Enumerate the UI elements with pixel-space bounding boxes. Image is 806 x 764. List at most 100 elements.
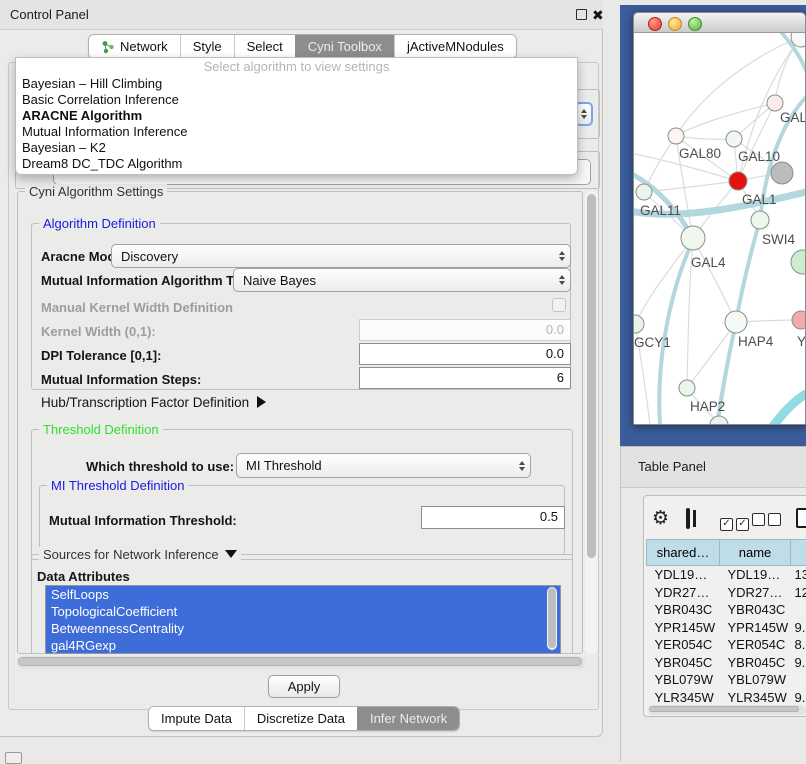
table-cell: 9. [791,654,806,672]
mi-threshold-field[interactable]: 0.5 [421,506,565,529]
table-row[interactable]: YBR043CYBR043C [647,601,806,619]
network-node-label: GAL10 [738,149,780,164]
zoom-traffic-light-icon[interactable] [688,17,702,31]
network-node-gal4[interactable] [681,226,705,250]
settings-hscrollbar[interactable] [17,656,585,669]
deselect-all-icon[interactable] [752,513,781,531]
mi-type-combobox[interactable]: Naive Bayes [233,268,571,292]
table-cell [791,601,806,619]
collapse-down-icon [225,550,237,558]
table-viewport: shared…nameAYDL19…YDL19…13YDR27…YDR27…12… [646,539,806,702]
manual-kernel-checkbox[interactable] [552,298,566,312]
mi-threshold-group-title: MI Threshold Definition [47,478,188,493]
tab-label: Impute Data [161,711,232,726]
tab-label: Cyni Toolbox [308,39,382,54]
data-attributes-list[interactable]: SelfLoopsTopologicalCoefficientBetweenne… [45,585,561,654]
algorithm-option[interactable]: Bayesian – Hill Climbing [16,76,577,92]
data-attribute-item[interactable]: BetweennessCentrality [46,620,560,637]
algorithm-option[interactable]: Basic Correlation Inference [16,92,577,108]
network-window: GALGAL80GAL10GAL1GAL11SWI4GAL4GCY1HAP4YH… [633,12,806,425]
tab-style[interactable]: Style [180,35,234,58]
network-node-swi4[interactable] [751,211,769,229]
dpi-tolerance-field[interactable]: 0.0 [359,343,571,365]
attributes-scrollbar-thumb[interactable] [548,588,556,648]
table-column-header[interactable]: A [791,540,806,566]
network-node-label: GAL80 [679,146,721,161]
export-table-icon[interactable] [796,508,806,528]
hub-definition-toggle[interactable]: Hub/Transcription Factor Definition [41,395,266,410]
table-column-header[interactable]: name [720,540,791,566]
minimized-panel-icon[interactable] [5,752,22,764]
table-cell: YLR345W [647,689,720,703]
data-attribute-item[interactable]: TopologicalCoefficient [46,603,560,620]
table-hscrollbar[interactable] [648,705,806,715]
tab-label: jActiveMNodules [407,39,504,54]
network-node[interactable] [791,250,806,274]
hub-definition-label: Hub/Transcription Factor Definition [41,395,249,410]
close-traffic-light-icon[interactable] [648,17,662,31]
mi-steps-field[interactable]: 6 [359,367,571,389]
network-node-hap4[interactable] [725,311,747,333]
table-row[interactable]: YPR145WYPR145W9. [647,619,806,637]
algorithm-option[interactable]: Dream8 DC_TDC Algorithm [16,156,577,172]
table-cell: YBL079W [647,671,720,689]
network-window-titlebar[interactable] [634,13,805,33]
network-node-hap2[interactable] [679,380,695,396]
settings-scrollbar-thumb[interactable] [587,194,596,558]
tab-jactivemnodules[interactable]: jActiveMNodules [394,35,516,58]
tab-select[interactable]: Select [234,35,295,58]
table-row[interactable]: YDL19…YDL19…13 [647,566,806,584]
close-icon[interactable]: ✖ [592,8,604,22]
attributes-scrollbar[interactable] [547,587,557,650]
network-icon [101,40,115,54]
network-node-gal80[interactable] [668,128,684,144]
kernel-width-field[interactable]: 0.0 [359,319,571,341]
algorithm-list: Bayesian – Hill ClimbingBasic Correlatio… [16,76,577,172]
tab-impute-data[interactable]: Impute Data [149,707,244,730]
table-cell: YPR145W [720,619,791,637]
table-row[interactable]: YBR045CYBR045C9. [647,654,806,672]
network-node-label: Y [797,334,806,349]
network-node-gal[interactable] [767,95,783,111]
table-cell: YDL19… [647,566,720,584]
algorithm-option[interactable]: Bayesian – K2 [16,140,577,156]
network-node-gcy1[interactable] [634,315,644,333]
sources-group-toggle[interactable]: Sources for Network Inference [39,547,241,562]
gear-icon[interactable]: ⚙ [652,509,669,528]
algorithm-option[interactable]: Mutual Information Inference [16,124,577,140]
tab-cyni-toolbox[interactable]: Cyni Toolbox [295,35,394,58]
table-row[interactable]: YER054CYER054C8. [647,636,806,654]
columns-icon[interactable] [686,508,690,529]
network-node[interactable] [771,162,793,184]
network-node-y[interactable] [792,311,806,329]
tab-infer-network[interactable]: Infer Network [357,707,459,730]
minimize-traffic-light-icon[interactable] [668,17,682,31]
apply-button[interactable]: Apply [268,675,340,698]
data-attribute-item[interactable]: gal4RGexp [46,637,560,654]
network-node-gal11[interactable] [636,184,652,200]
table-cell [791,671,806,689]
data-attribute-item[interactable]: SelfLoops [46,586,560,603]
aracne-mode-combobox[interactable]: Discovery [111,244,571,268]
network-node-label: GAL11 [640,203,681,218]
table-cell: YER054C [647,636,720,654]
table-cell: YPR145W [647,619,720,637]
network-canvas[interactable]: GALGAL80GAL10GAL1GAL11SWI4GAL4GCY1HAP4YH… [634,33,806,425]
table-hscrollbar-thumb[interactable] [649,706,799,712]
table-row[interactable]: YLR345WYLR345W9. [647,689,806,703]
algorithm-option[interactable]: ARACNE Algorithm [16,108,577,124]
table-column-header[interactable]: shared… [647,540,720,566]
tab-discretize-data[interactable]: Discretize Data [244,707,357,730]
select-all-icon[interactable]: ✓✓ [720,513,749,531]
settings-scrollbar[interactable] [585,191,598,654]
network-edge [635,238,693,324]
network-node-gal10[interactable] [726,131,742,147]
float-window-icon[interactable] [576,9,587,20]
tab-network[interactable]: Network [89,35,180,58]
table-row[interactable]: YBL079WYBL079W [647,671,806,689]
settings-hscrollbar-thumb[interactable] [18,657,582,666]
table-row[interactable]: YDR27…YDR27…12 [647,584,806,602]
which-threshold-combobox[interactable]: MI Threshold [236,453,531,478]
network-node-gal1[interactable] [729,172,747,190]
which-threshold-label: Which threshold to use: [86,459,234,474]
